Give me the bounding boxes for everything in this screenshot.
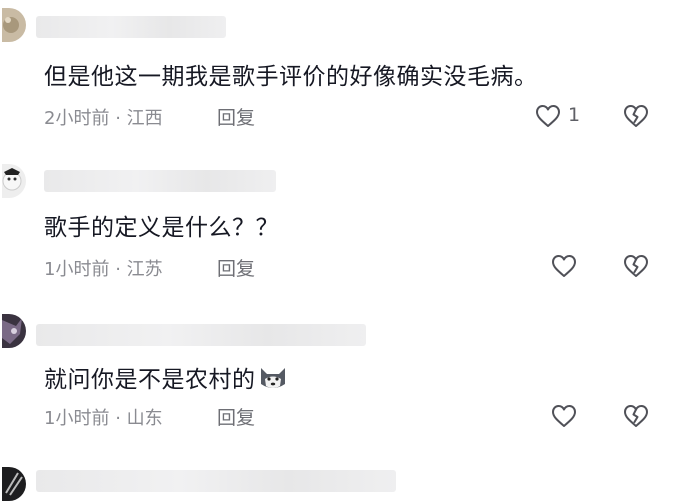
comment-text-body: 就问你是不是农村的 (44, 367, 256, 393)
broken-heart-icon[interactable] (623, 104, 649, 128)
like-count: 1 (568, 104, 581, 126)
comment-3: 就问你是不是农村的 1小时前 · 山东 回复 (0, 300, 687, 455)
avatar[interactable] (2, 164, 26, 198)
comment-location: 江苏 (126, 259, 163, 280)
comment-meta: 1小时前 · 江苏 (44, 255, 163, 281)
heart-outline-icon[interactable] (551, 404, 577, 428)
username-blurred[interactable] (36, 324, 366, 346)
username-blurred[interactable] (36, 470, 396, 492)
heart-outline-icon[interactable] (535, 104, 561, 128)
comment-text: 但是他这一期我是歌手评价的好像确实没毛病。 (44, 64, 538, 90)
reply-button[interactable]: 回复 (217, 254, 255, 281)
comment-location: 江西 (126, 108, 163, 129)
avatar[interactable] (2, 314, 26, 348)
avatar[interactable] (2, 8, 26, 42)
broken-heart-icon[interactable] (623, 254, 649, 278)
meta-separator: · (115, 108, 121, 129)
comment-meta: 2小时前 · 江西 (44, 104, 163, 130)
comment-time: 2小时前 (44, 108, 110, 129)
reply-button[interactable]: 回复 (217, 403, 255, 430)
meta-separator: · (115, 408, 121, 429)
comment-time: 1小时前 (44, 408, 110, 429)
comment-text: 歌手的定义是什么？？ (44, 215, 279, 241)
comment-location: 山东 (126, 408, 163, 429)
reply-button[interactable]: 回复 (217, 103, 255, 130)
heart-outline-icon[interactable] (551, 254, 577, 278)
comment-text: 就问你是不是农村的 (44, 360, 288, 394)
comment-meta: 1小时前 · 山东 (44, 404, 163, 430)
comment-2: 歌手的定义是什么？？ 1小时前 · 江苏 回复 (0, 150, 687, 300)
husky-dog-emoji-icon (258, 364, 288, 392)
comment-4 (0, 455, 687, 503)
meta-separator: · (115, 259, 121, 280)
avatar[interactable] (2, 467, 26, 501)
broken-heart-icon[interactable] (623, 404, 649, 428)
comment-1: 但是他这一期我是歌手评价的好像确实没毛病。 2小时前 · 江西 回复 1 (0, 0, 687, 150)
username-blurred[interactable] (44, 170, 276, 192)
comment-time: 1小时前 (44, 259, 110, 280)
username-blurred[interactable] (36, 16, 226, 38)
